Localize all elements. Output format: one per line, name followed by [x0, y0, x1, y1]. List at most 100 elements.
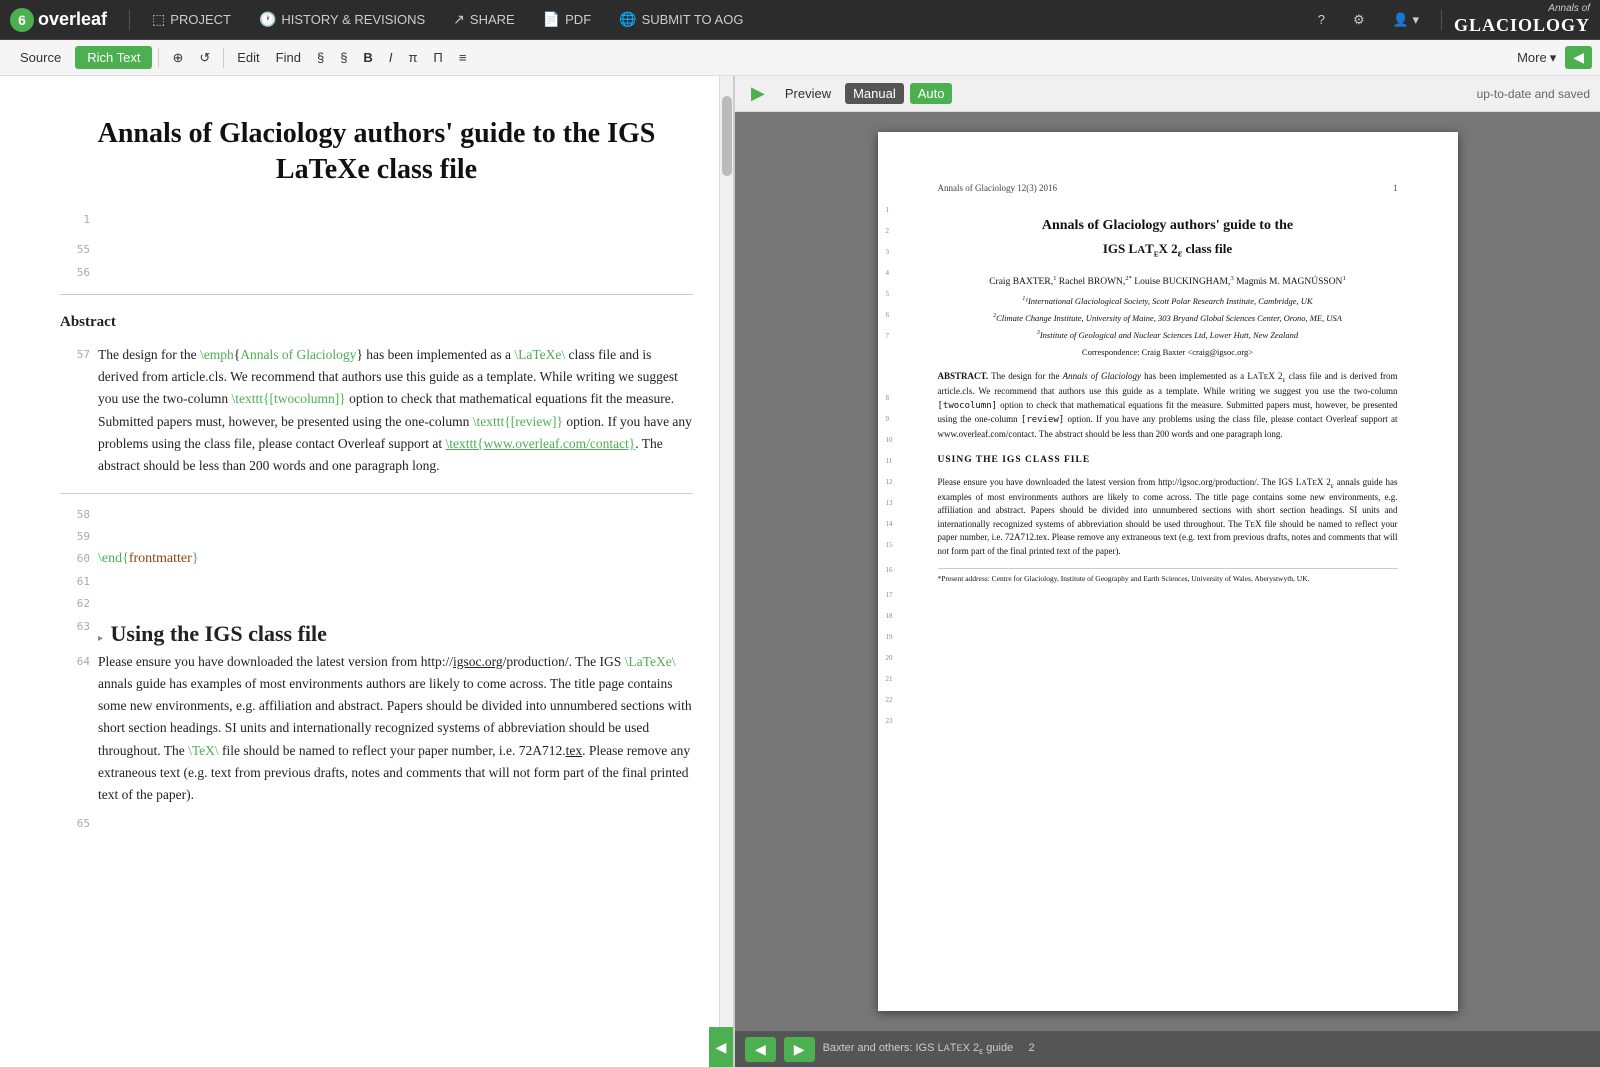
find-btn[interactable]: Find [269, 47, 308, 68]
linenum-55: 55 [60, 239, 90, 259]
more-chevron: ▾ [1550, 50, 1557, 66]
more-btn[interactable]: More ▾ [1510, 47, 1563, 69]
journal-name2: GLACIOLOGY [1454, 15, 1590, 37]
history-icon: 🕐 [259, 11, 276, 28]
linenum-64: 64 [60, 651, 90, 671]
linenum-62: 62 [60, 593, 90, 613]
latex-arg-annals: Annals of Glaciology [240, 347, 356, 362]
scroll-thumb[interactable] [722, 96, 732, 176]
preview-bottom-bar: ◀ ▶ Baxter and others: IGS LATEX 2ε guid… [735, 1031, 1600, 1067]
journal-logo: Annals of GLACIOLOGY [1454, 3, 1590, 37]
line-1-content [98, 209, 693, 231]
pi2-btn[interactable]: Π [426, 47, 449, 68]
pdf-section-heading: USING THE IGS CLASS FILE [938, 453, 1398, 467]
line-60-row: 60 \end{frontmatter} [60, 548, 693, 570]
pdf-header: Annals of Glaciology 12(3) 2016 1 [938, 182, 1398, 196]
nav-pdf-btn[interactable]: 📄 PDF [533, 7, 601, 32]
pdf-footnote: *Present address: Centre for Glaciology,… [938, 568, 1398, 584]
play-icon: ▶ [751, 83, 765, 103]
line-55-content [98, 239, 693, 261]
pdf-header-right: 1 [1393, 182, 1398, 196]
help-icon: ? [1318, 12, 1325, 27]
journal-name: Annals of [1454, 3, 1590, 15]
pdf-affil1: 1¹International Glaciological Society, S… [938, 295, 1398, 308]
end-arg: frontmatter [129, 551, 192, 566]
nav-project-btn[interactable]: ⬚ PROJECT [142, 7, 241, 32]
overleaf-logo[interactable]: 6 overleaf [10, 8, 107, 32]
nav-user-btn[interactable]: 👤 ▾ [1383, 8, 1429, 32]
main-layout: Annals of Glaciology authors' guide to t… [0, 76, 1600, 1067]
nav-share-label: SHARE [470, 12, 515, 27]
nav-right: ? ⚙ 👤 ▾ Annals of GLACIOLOGY [1308, 3, 1590, 37]
line-62-row: 62 [60, 593, 693, 615]
linenum-57: 57 [60, 344, 90, 364]
nav-submit-btn[interactable]: 🌐 SUBMIT TO AOG [609, 7, 753, 32]
line-1-row: 1 [60, 209, 693, 231]
pdf-abstract: ABSTRACT. The design for the Annals of G… [938, 370, 1398, 441]
pdf-header-left: Annals of Glaciology 12(3) 2016 [938, 182, 1057, 196]
section-btn[interactable]: § [310, 47, 331, 68]
section2-btn[interactable]: § [333, 47, 354, 68]
auto-btn[interactable]: Auto [910, 83, 953, 104]
edit-btn[interactable]: Edit [230, 47, 266, 68]
latex-twocol: \texttt{[twocolumn]} [231, 391, 345, 406]
manual-btn[interactable]: Manual [845, 83, 904, 104]
pdf-page: 123 45 67 89 1011 1213 1415 16 1718 1920… [878, 132, 1458, 1011]
bold-btn[interactable]: B [356, 47, 379, 68]
history-btn[interactable]: ↺ [192, 47, 217, 69]
latex-latexe: \LaTeXe\ [514, 347, 565, 362]
preview-content: 123 45 67 89 1011 1213 1415 16 1718 1920… [735, 112, 1600, 1031]
nav-submit-label: SUBMIT TO AOG [642, 12, 744, 27]
pdf-icon: 📄 [543, 11, 560, 28]
line-59-content [98, 526, 693, 548]
nav-help-btn[interactable]: ? [1308, 8, 1335, 31]
line-58-row: 58 [60, 504, 693, 526]
underline-tex: tex [566, 743, 583, 758]
pdf-affil3: 3Institute of Geological and Nuclear Sci… [938, 329, 1398, 342]
editor-panel: Annals of Glaciology authors' guide to t… [0, 76, 735, 1067]
pdf-section-body: Please ensure you have downloaded the la… [938, 476, 1398, 559]
latex-tex: \TeX\ [188, 743, 219, 758]
nav-share-btn[interactable]: ↗ SHARE [443, 7, 525, 32]
line-57-row: 57 The design for the \emph{Annals of Gl… [60, 344, 693, 478]
next-page-btn[interactable]: ▶ [784, 1037, 815, 1062]
nav-pdf-label: PDF [565, 12, 591, 27]
editor-content: Annals of Glaciology authors' guide to t… [0, 76, 733, 855]
nav-divider-1 [129, 10, 130, 30]
pdf-latex-logo: A [1137, 244, 1145, 256]
prev-page-btn[interactable]: ◀ [745, 1037, 776, 1062]
nav-history-btn[interactable]: 🕐 HISTORY & REVISIONS [249, 7, 435, 32]
collapse-btn[interactable]: ◀ [1565, 46, 1592, 69]
latex-url: \texttt{www.overleaf.com/contact} [446, 436, 636, 451]
preview-play-btn[interactable]: ▶ [745, 81, 771, 106]
line-61-row: 61 [60, 571, 693, 593]
source-tab[interactable]: Source [8, 46, 73, 69]
prev-icon: ◀ [755, 1041, 766, 1057]
line-65-content [98, 813, 693, 835]
pdf-line-numbers: 123 45 67 89 1011 1213 1415 16 1718 1920… [886, 207, 893, 725]
preview-label-btn[interactable]: Preview [777, 83, 839, 104]
line-63-row: 63 ▸ Using the IGS class file [60, 616, 693, 651]
line-64-row: 64 Please ensure you have downloaded the… [60, 651, 693, 807]
linenum-58: 58 [60, 504, 90, 524]
bottom-collapse-btn[interactable]: ◀ [709, 1027, 733, 1067]
rich-text-tab[interactable]: Rich Text [75, 46, 152, 69]
linenum-65: 65 [60, 813, 90, 833]
nav-settings-btn[interactable]: ⚙ [1343, 8, 1375, 32]
pi-btn[interactable]: π [401, 47, 424, 68]
line-65-row: 65 [60, 813, 693, 835]
insert-btn[interactable]: ⊕ [165, 47, 190, 69]
preview-panel: ▶ Preview Manual Auto up-to-date and sav… [735, 76, 1600, 1067]
logo-text: overleaf [38, 9, 107, 30]
pdf-italics-annals: Annals of Glaciology [1063, 371, 1141, 381]
logo-circle: 6 [10, 8, 34, 32]
italic-btn[interactable]: I [382, 47, 400, 68]
pdf-affil2: 2Climate Change Institute, University of… [938, 312, 1398, 325]
linenum-61: 61 [60, 571, 90, 591]
line-60-content: \end{frontmatter} [98, 548, 693, 570]
project-icon: ⬚ [152, 11, 165, 28]
line-63-content: ▸ Using the IGS class file [98, 616, 693, 651]
line-55-row: 55 [60, 239, 693, 261]
editor-scrollbar[interactable] [719, 76, 733, 1067]
list-btn[interactable]: ≡ [452, 47, 474, 68]
